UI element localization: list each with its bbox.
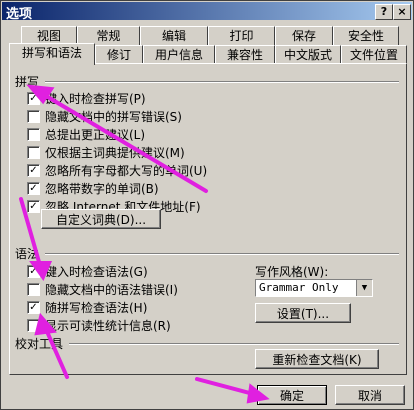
tab-edit[interactable]: 编辑 bbox=[140, 26, 208, 45]
ignore-numbers[interactable]: ✓ 忽略带数字的单词(B) bbox=[27, 180, 159, 196]
close-button[interactable]: × bbox=[393, 4, 411, 20]
checkbox-checked[interactable]: ✓ bbox=[27, 264, 40, 278]
checkbox-checked[interactable]: ✓ bbox=[27, 91, 40, 105]
checkbox-label: 键入时检查语法(G) bbox=[45, 264, 148, 279]
ignore-uppercase[interactable]: ✓ 忽略所有字母都大写的单词(U) bbox=[27, 162, 207, 178]
checkbox-label: 隐藏文档中的语法错误(I) bbox=[45, 282, 178, 297]
options-dialog: 选项 ? × 视图 常规 编辑 打印 保存 安全性 拼写和语法 修订 用户信息 … bbox=[0, 0, 414, 410]
tab-file-locations[interactable]: 文件位置 bbox=[341, 45, 407, 64]
checkbox-label: 显示可读性统计信息(R) bbox=[45, 318, 171, 333]
cancel-button[interactable]: 取消 bbox=[335, 385, 405, 405]
readability-stats[interactable]: 显示可读性统计信息(R) bbox=[27, 317, 171, 333]
checkbox-label: 隐藏文档中的拼写错误(S) bbox=[45, 109, 182, 124]
tab-compatibility[interactable]: 兼容性 bbox=[215, 45, 275, 64]
window-title: 选项 bbox=[6, 7, 33, 22]
checkbox-checked[interactable]: ✓ bbox=[27, 199, 40, 213]
tab-revisions[interactable]: 修订 bbox=[95, 45, 143, 64]
settings-button[interactable]: 设置(T)... bbox=[255, 303, 351, 323]
checkbox-label: 键入时检查拼写(P) bbox=[45, 91, 146, 106]
hide-grammar-errors[interactable]: 隐藏文档中的语法错误(I) bbox=[27, 281, 178, 297]
grammar-with-spelling[interactable]: ✓ 随拼写检查语法(H) bbox=[27, 299, 147, 315]
check-grammar-as-type[interactable]: ✓ 键入时检查语法(G) bbox=[27, 263, 148, 279]
proofing-divider bbox=[69, 343, 399, 345]
tab-chinese-layout[interactable]: 中文版式 bbox=[275, 45, 341, 64]
checkbox-label: 总提出更正建议(L) bbox=[45, 127, 146, 142]
checkbox-label: 随拼写检查语法(H) bbox=[45, 300, 148, 315]
writing-style-value: Grammar Only bbox=[259, 281, 339, 294]
title-bar[interactable]: 选项 ? × bbox=[2, 2, 412, 22]
always-suggest[interactable]: 总提出更正建议(L) bbox=[27, 126, 145, 142]
spelling-heading: 拼写 bbox=[15, 75, 40, 89]
tab-user-info[interactable]: 用户信息 bbox=[143, 45, 215, 64]
tab-spelling-grammar[interactable]: 拼写和语法 bbox=[9, 43, 95, 65]
check-spelling-as-type[interactable]: ✓ 键入时检查拼写(P) bbox=[27, 90, 146, 106]
main-dict-only[interactable]: 仅根据主词典提供建议(M) bbox=[27, 144, 185, 160]
recheck-document-button[interactable]: 重新检查文档(K) bbox=[255, 349, 379, 369]
checkbox-label: 忽略带数字的单词(B) bbox=[45, 181, 159, 196]
proofing-heading: 校对工具 bbox=[15, 337, 64, 351]
checkbox-unchecked[interactable] bbox=[27, 318, 40, 332]
grammar-divider bbox=[45, 253, 399, 255]
chevron-down-icon[interactable]: ▼ bbox=[356, 280, 372, 296]
checkbox-unchecked[interactable] bbox=[27, 282, 40, 296]
checkbox-unchecked[interactable] bbox=[27, 109, 40, 123]
checkbox-checked[interactable]: ✓ bbox=[27, 163, 40, 177]
tab-print[interactable]: 打印 bbox=[208, 26, 275, 45]
checkbox-checked[interactable]: ✓ bbox=[27, 300, 40, 314]
custom-dictionary-button[interactable]: 自定义词典(D)... bbox=[41, 209, 161, 229]
tab-security[interactable]: 安全性 bbox=[333, 26, 399, 45]
writing-style-label: 写作风格(W): bbox=[255, 265, 329, 279]
checkbox-checked[interactable]: ✓ bbox=[27, 181, 40, 195]
hide-spelling-errors[interactable]: 隐藏文档中的拼写错误(S) bbox=[27, 108, 182, 124]
tab-save[interactable]: 保存 bbox=[275, 26, 333, 45]
checkbox-unchecked[interactable] bbox=[27, 145, 40, 159]
checkbox-unchecked[interactable] bbox=[27, 127, 40, 141]
checkbox-label: 忽略所有字母都大写的单词(U) bbox=[45, 163, 208, 178]
help-button[interactable]: ? bbox=[375, 4, 393, 20]
spelling-divider bbox=[45, 81, 399, 83]
checkbox-label: 仅根据主词典提供建议(M) bbox=[45, 145, 185, 160]
ok-button[interactable]: 确定 bbox=[257, 385, 327, 405]
writing-style-select[interactable]: Grammar Only ▼ bbox=[255, 279, 373, 297]
grammar-heading: 语法 bbox=[15, 247, 40, 261]
